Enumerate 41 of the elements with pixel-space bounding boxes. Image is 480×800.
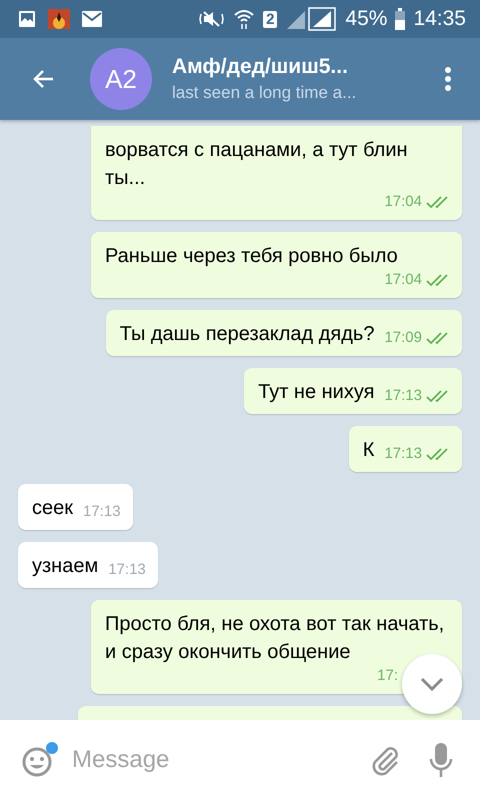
message-bubble[interactable]: сеек 17:13 <box>18 484 133 530</box>
message-text: Просто бля, не охота вот так начать, и сразу окончить общение <box>105 612 446 665</box>
message-time: 17:04 <box>384 270 422 290</box>
message-time: 17:13 <box>384 386 422 406</box>
message-time: 17:04 <box>384 192 422 212</box>
battery-percent: 45% <box>345 7 388 31</box>
message-time: 17:09 <box>384 328 422 348</box>
message-bubble[interactable]: ворватся с пацанами, а тут блин ты... 17:04 <box>91 126 462 220</box>
message-bubble[interactable]: К 17:13 <box>348 426 462 472</box>
message-text: узнаем <box>32 554 98 579</box>
message-text: К <box>362 438 374 463</box>
message-bubble[interactable]: Просто бля, не охота вот так начать, и сразу окончить общение 17: <box>91 600 462 694</box>
sim-indicator: 2 <box>263 10 278 28</box>
battery-icon <box>395 8 406 30</box>
message-text: сеек <box>32 496 73 521</box>
mute-icon <box>199 9 226 29</box>
message-text: Тут не нихуя <box>258 380 374 405</box>
signal-icon <box>285 7 338 31</box>
message-text: Ты дашь перезаклад дядь? <box>120 322 374 347</box>
wifi-icon <box>233 8 256 30</box>
message-bubble[interactable]: Раньше через тебя ровно было 17:04 <box>91 232 462 298</box>
message-bubble[interactable]: узнаем 17:13 <box>18 542 158 588</box>
message-time: 17:13 <box>108 560 146 580</box>
message-text: ворватся с пацанами, а тут блин ты... <box>105 138 409 191</box>
more-icon <box>444 66 452 92</box>
message-time: 17:13 <box>384 444 422 464</box>
message-input[interactable]: Message <box>72 746 348 774</box>
mail-icon <box>82 11 102 27</box>
clock: 14:35 <box>413 7 466 31</box>
message-text: Раньше через тебя ровно было <box>105 244 399 269</box>
chevron-down-icon <box>419 676 445 692</box>
image-icon <box>18 10 36 28</box>
message-time: 17: <box>377 666 398 686</box>
message-bubble[interactable]: Тут не нихуя 17:13 <box>244 368 462 414</box>
message-time: 17:13 <box>83 502 121 522</box>
last-seen-status: last seen a long time a... <box>172 83 358 103</box>
game-icon <box>48 9 70 29</box>
microphone-icon <box>428 742 454 778</box>
chat-title[interactable]: Амф/дед/шиш5... <box>172 55 440 79</box>
emoji-button[interactable] <box>20 741 58 779</box>
message-bubble[interactable]: Ты дашь перезаклад дядь? 17:09 <box>106 310 462 356</box>
